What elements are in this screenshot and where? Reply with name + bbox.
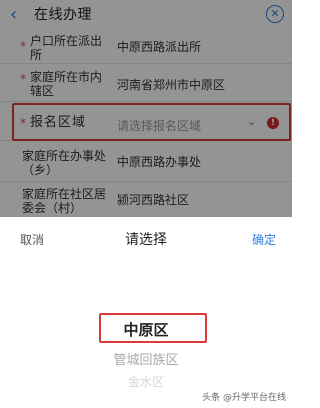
watermark: 头条 @升学平台在线 [202, 393, 286, 403]
modal-overlay[interactable] [0, 0, 292, 217]
picker-sheet: 取消 请选择 确定 中原区 管城回族区 金水区 头条 @升学平台在线 [0, 217, 292, 408]
form-area: ‹ 在线办理 ✕ * 户口所在派出所 中原西路派出所 * 家庭所在市内辖区 河南… [0, 0, 292, 217]
highlight-annotation [99, 313, 207, 343]
picker-title: 请选择 [125, 232, 167, 248]
picker-option[interactable]: 金水区 [0, 373, 292, 390]
picker-option[interactable]: 管城回族区 [0, 349, 292, 368]
confirm-button[interactable]: 确定 [252, 231, 276, 248]
